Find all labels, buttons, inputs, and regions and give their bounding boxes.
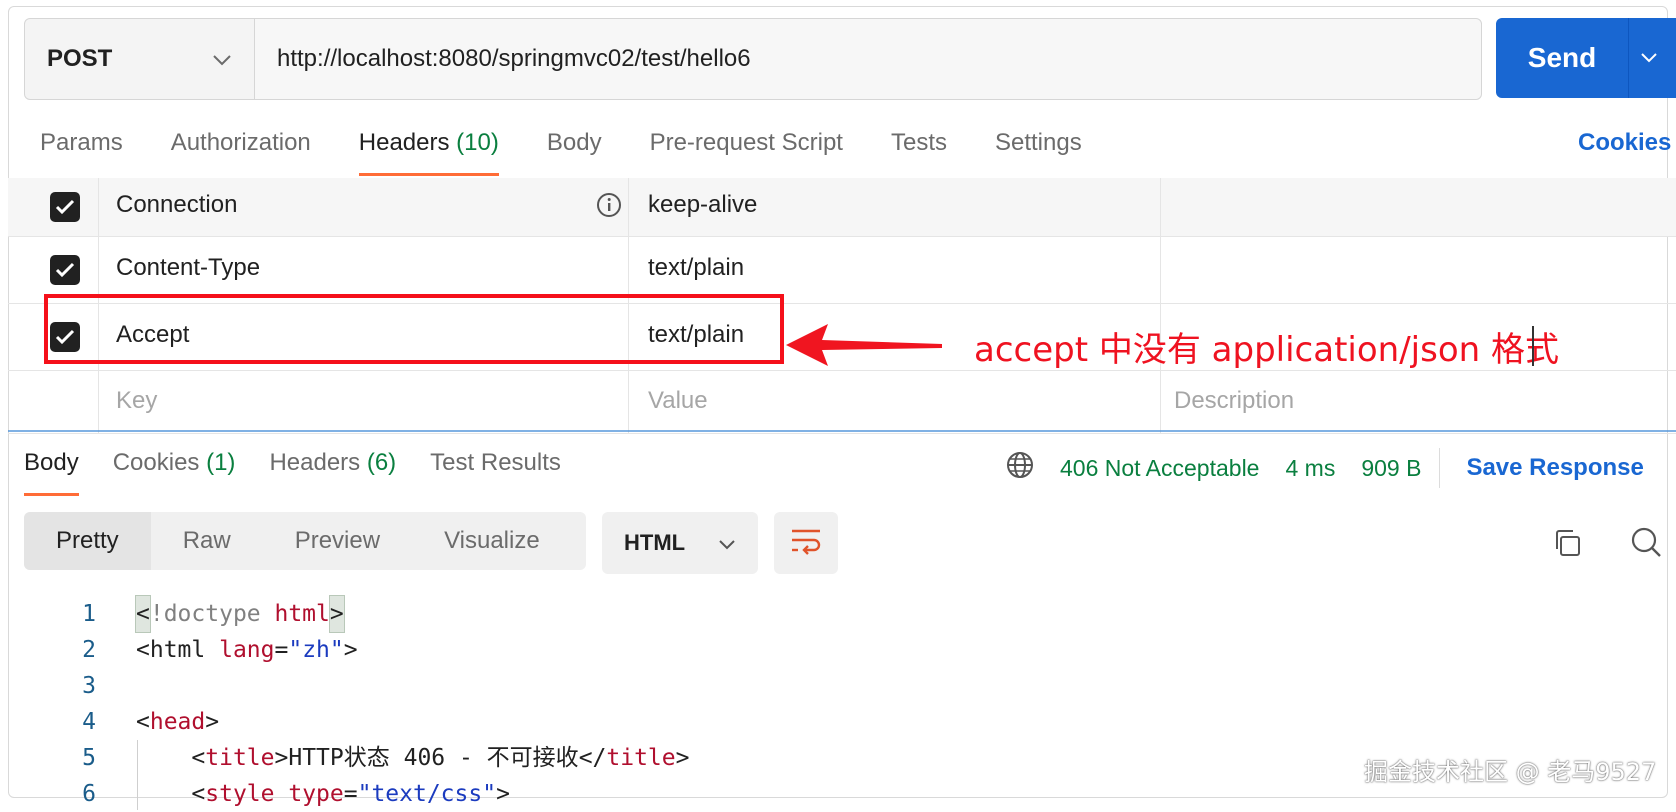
chevron-down-icon bbox=[212, 45, 232, 73]
method-label: POST bbox=[47, 45, 113, 72]
response-code[interactable]: 1 < !doctype html > 2 < html lang = "zh" > 3 4 < h… bbox=[24, 595, 690, 812]
tab-test-results[interactable]: Test Results bbox=[430, 448, 561, 496]
code-line: 5 < title > HTTP状态 406 - 不可接收 </title > bbox=[24, 740, 689, 776]
response-size[interactable]: 909 B bbox=[1361, 455, 1421, 482]
tab-label: Cookies bbox=[112, 449, 200, 476]
header-value: text/plain bbox=[648, 254, 745, 281]
tab-label: Body bbox=[546, 129, 602, 156]
wrap-lines-button[interactable] bbox=[774, 512, 838, 574]
code-line: 3 bbox=[24, 668, 690, 704]
tab-label: Pre-request Script bbox=[649, 129, 843, 156]
format-select[interactable]: HTML bbox=[602, 512, 758, 574]
url-input[interactable]: http://localhost:8080/springmvc02/test/h… bbox=[255, 19, 1481, 99]
indent-guide bbox=[137, 740, 138, 810]
tab-response-body[interactable]: Body bbox=[24, 448, 79, 496]
status-divider bbox=[1439, 448, 1441, 488]
status-code[interactable]: 406 Not Acceptable bbox=[1060, 455, 1259, 482]
pane-divider[interactable] bbox=[8, 430, 1676, 432]
view-preview[interactable]: Preview bbox=[263, 512, 412, 570]
tab-label: Authorization bbox=[170, 129, 311, 156]
tab-response-cookies[interactable]: Cookies (1) bbox=[113, 448, 236, 496]
line-number: 6 bbox=[82, 781, 96, 807]
text-caret bbox=[1532, 326, 1534, 366]
response-time[interactable]: 4 ms bbox=[1285, 455, 1335, 482]
code-line: 1 < !doctype html > bbox=[24, 595, 690, 633]
tab-params[interactable]: Params bbox=[40, 126, 123, 176]
chevron-down-icon bbox=[718, 530, 736, 556]
tab-count: (1) bbox=[206, 449, 236, 476]
value-placeholder: Value bbox=[648, 387, 708, 414]
key-placeholder: Key bbox=[116, 387, 158, 414]
tab-count: (6) bbox=[366, 449, 397, 476]
tab-tests[interactable]: Tests bbox=[891, 126, 947, 176]
request-bar: POST http://localhost:8080/springmvc02/t… bbox=[24, 18, 1482, 100]
wrap-icon bbox=[790, 527, 822, 560]
line-number: 2 bbox=[82, 637, 96, 663]
line-number: 1 bbox=[82, 601, 96, 627]
code-line: 4 < head > bbox=[24, 704, 690, 740]
title-text: HTTP状态 406 - 不可接收 bbox=[288, 745, 579, 771]
code-line: 2 < html lang = "zh" > bbox=[24, 632, 690, 668]
header-key: Content-Type bbox=[116, 254, 261, 281]
checkbox-cell bbox=[8, 178, 99, 236]
line-number: 5 bbox=[82, 745, 96, 771]
tab-label: Test Results bbox=[430, 449, 561, 476]
tab-body[interactable]: Body bbox=[547, 126, 602, 176]
send-label: Send bbox=[1527, 42, 1597, 73]
save-response-button[interactable]: Save Response bbox=[1466, 454, 1643, 482]
tab-authorization[interactable]: Authorization bbox=[171, 126, 311, 176]
view-pretty[interactable]: Pretty bbox=[24, 512, 151, 570]
tab-response-headers[interactable]: Headers (6) bbox=[269, 448, 396, 496]
send-options-chevron-icon[interactable] bbox=[1629, 52, 1669, 64]
checkbox-cell bbox=[8, 371, 99, 433]
view-mode-toggle: Pretty Raw Preview Visualize bbox=[24, 512, 586, 570]
response-tabs: Body Cookies (1) Headers (6) Test Result… bbox=[24, 448, 595, 496]
value-cell[interactable] bbox=[628, 371, 1161, 433]
header-key: Connection bbox=[116, 191, 238, 218]
code-line: 6 < style type = "text/css" > bbox=[24, 776, 690, 812]
line-number: 4 bbox=[82, 709, 96, 735]
line-number: 3 bbox=[82, 673, 96, 699]
tab-label: Settings bbox=[994, 129, 1082, 156]
row-checkbox[interactable] bbox=[50, 255, 80, 285]
cookies-link[interactable]: Cookies bbox=[1578, 126, 1671, 160]
globe-icon[interactable] bbox=[1006, 451, 1034, 485]
view-raw[interactable]: Raw bbox=[151, 512, 263, 570]
search-icon[interactable] bbox=[1630, 526, 1662, 563]
key-cell[interactable] bbox=[98, 371, 629, 433]
tab-label: Params bbox=[40, 129, 123, 156]
tab-label: Body bbox=[24, 449, 79, 476]
info-icon[interactable] bbox=[596, 192, 622, 223]
annotation-arrow bbox=[786, 324, 942, 366]
table-row-new: Key Value Description bbox=[8, 371, 1676, 434]
tab-label: Headers bbox=[269, 449, 361, 476]
tab-headers[interactable]: Headers (10) bbox=[358, 126, 499, 176]
response-status-bar: 406 Not Acceptable 4 ms 909 B Save Respo… bbox=[1006, 448, 1644, 488]
tab-pre-request-script[interactable]: Pre-request Script bbox=[650, 126, 843, 176]
format-label: HTML bbox=[624, 530, 686, 555]
tab-label: Tests bbox=[890, 129, 947, 156]
annotation-text: accept 中没有 application/json 格式 bbox=[974, 330, 1559, 370]
method-select[interactable]: POST bbox=[25, 19, 255, 99]
tab-count: (10) bbox=[456, 129, 499, 156]
tab-label: Headers bbox=[358, 129, 450, 156]
send-button[interactable]: Send bbox=[1496, 18, 1676, 98]
table-row: Connection keep-alive bbox=[8, 178, 1676, 237]
tab-settings[interactable]: Settings bbox=[995, 126, 1082, 176]
row-checkbox[interactable] bbox=[50, 192, 80, 222]
highlight-box bbox=[44, 294, 784, 364]
copy-icon[interactable] bbox=[1552, 528, 1582, 563]
watermark: 掘金技术社区 @ 老马9527 bbox=[1364, 758, 1657, 786]
view-visualize[interactable]: Visualize bbox=[412, 512, 572, 570]
request-tabs: Params Authorization Headers (10) Body P… bbox=[40, 126, 1130, 176]
header-value: keep-alive bbox=[648, 191, 758, 218]
description-placeholder[interactable]: Description bbox=[1174, 387, 1294, 415]
